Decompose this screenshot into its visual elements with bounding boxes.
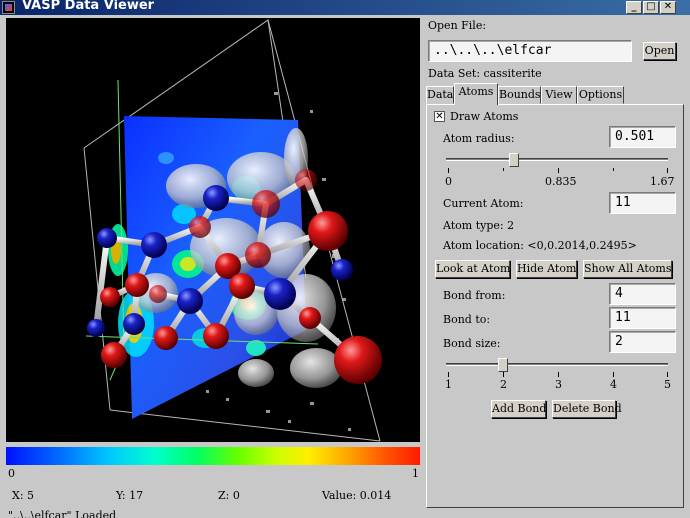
atoms-tab-panel [426, 104, 684, 508]
look-at-atom-button[interactable]: Look at Atom [435, 260, 510, 278]
delete-bond-button[interactable]: Delete Bond [552, 400, 622, 418]
z-readout: Z: 0 [218, 489, 240, 502]
bond-size-slider-thumb[interactable] [497, 358, 508, 372]
slider-tick [613, 168, 614, 171]
bond-from-label: Bond from: [443, 289, 506, 302]
slider-tick [667, 168, 668, 173]
3d-viewport[interactable] [6, 18, 420, 442]
dataset-label: Data Set: cassiterite [428, 67, 542, 80]
value-readout: Value: 0.014 [322, 489, 392, 502]
close-button[interactable]: ✕ [660, 1, 676, 14]
show-all-atoms-button[interactable]: Show All Atoms [583, 260, 672, 278]
bond-to-label: Bond to: [443, 313, 491, 326]
atom-radius-field[interactable]: 0.501 [609, 126, 676, 148]
radius-mid-label: 0.835 [545, 175, 577, 188]
colorbar-max-label: 1 [412, 467, 419, 480]
slider-tick [503, 168, 504, 171]
colorbar-min-label: 0 [8, 467, 15, 480]
bond-size-field[interactable]: 2 [609, 331, 676, 353]
open-button[interactable]: Open [643, 42, 676, 60]
atom-radius-slider-thumb[interactable] [508, 153, 519, 167]
molecule-render [83, 19, 382, 442]
tab-bounds[interactable]: Bounds [498, 86, 541, 104]
slider-tick [667, 372, 668, 377]
atom-location-text: Atom location: <0,0.2014,0.2495> [443, 239, 637, 252]
maximize-button[interactable]: □ [643, 1, 659, 14]
slider-tick [613, 372, 614, 377]
slider-tick [558, 168, 559, 173]
current-atom-field[interactable]: 11 [609, 192, 676, 214]
tab-view[interactable]: View [541, 86, 577, 104]
file-path-field[interactable]: ..\..\..\elfcar [428, 40, 632, 62]
add-bond-button[interactable]: Add Bond [491, 400, 546, 418]
draw-atoms-label: Draw Atoms [450, 110, 519, 123]
bond-from-field[interactable]: 4 [609, 283, 676, 305]
draw-atoms-checkbox[interactable]: ✕ [434, 111, 445, 122]
y-readout: Y: 17 [116, 489, 144, 502]
colorbar [6, 447, 420, 465]
app-icon[interactable] [2, 1, 15, 14]
current-atom-label: Current Atom: [443, 197, 524, 210]
bond-tick-label-5: 5 [664, 378, 671, 391]
bond-tick-label-3: 3 [555, 378, 562, 391]
tab-data[interactable]: Data [426, 86, 454, 104]
slider-tick [558, 372, 559, 377]
atom-radius-slider[interactable] [446, 158, 668, 161]
x-readout: X: 5 [12, 489, 35, 502]
atom-radius-label: Atom radius: [443, 132, 515, 145]
radius-max-label: 1.67 [650, 175, 675, 188]
atom-type-text: Atom type: 2 [443, 219, 515, 232]
title-bar: VASP Data Viewer _ □ ✕ [0, 0, 690, 15]
bond-to-field[interactable]: 11 [609, 307, 676, 329]
radius-min-label: 0 [445, 175, 452, 188]
bond-tick-label-2: 2 [500, 378, 507, 391]
bond-size-slider[interactable] [446, 363, 668, 366]
minimize-button[interactable]: _ [626, 1, 642, 14]
open-file-label: Open File: [428, 19, 487, 32]
hide-atom-button[interactable]: Hide Atom [516, 260, 577, 278]
window-title: VASP Data Viewer [22, 0, 155, 13]
tab-options[interactable]: Options [577, 86, 624, 104]
status-text: "..\..\elfcar" Loaded [8, 509, 117, 518]
bond-size-label: Bond size: [443, 337, 501, 350]
bond-tick-label-1: 1 [445, 378, 452, 391]
slider-tick [503, 372, 504, 377]
bond-tick-label-4: 4 [610, 378, 617, 391]
slider-tick [448, 168, 449, 173]
tab-atoms[interactable]: Atoms [454, 83, 498, 105]
slider-tick [448, 372, 449, 377]
